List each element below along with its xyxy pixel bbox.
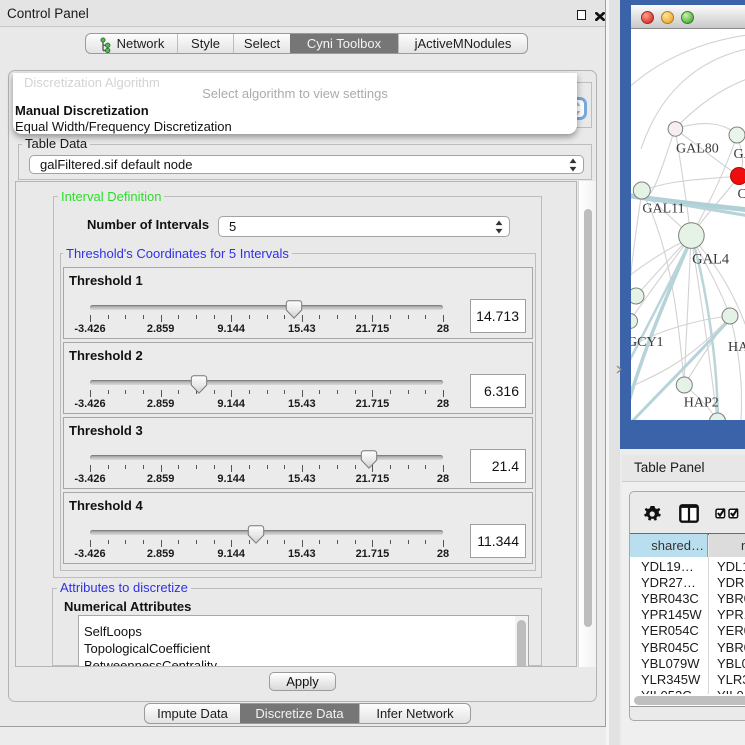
svg-text:CYC: CYC [738,187,745,202]
svg-text:HA: HA [728,340,745,355]
svg-text:GAL4: GAL4 [692,252,730,268]
svg-text:GAL11: GAL11 [642,202,684,217]
svg-text:GAL80: GAL80 [676,142,719,157]
svg-text:GCY1: GCY1 [631,335,664,350]
svg-text:GAL2: GAL2 [734,147,745,162]
svg-text:HAP2: HAP2 [684,396,719,411]
